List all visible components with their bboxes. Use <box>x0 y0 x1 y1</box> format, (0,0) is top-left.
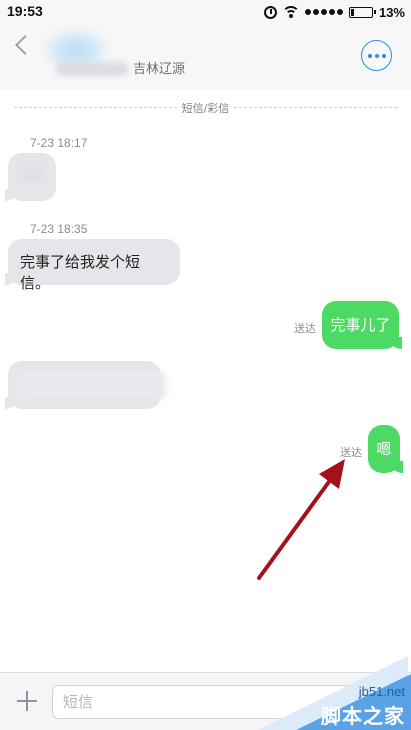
message-timestamp: 7-23 18:35 <box>30 222 88 236</box>
delivery-status: 送达 <box>340 446 362 459</box>
blurred-message-content <box>18 169 46 181</box>
back-icon[interactable] <box>15 35 35 55</box>
wifi-icon <box>282 6 299 18</box>
incoming-message-bubble[interactable] <box>5 361 166 409</box>
watermark-brand: jb51.net <box>358 684 405 699</box>
blurred-message-content <box>16 371 166 399</box>
message-timestamp: 7-23 18:17 <box>30 136 88 150</box>
incoming-message-bubble[interactable]: 完事了给我发个短信。 <box>5 239 180 292</box>
outgoing-message-bubble[interactable]: 嗯 <box>368 425 403 473</box>
message-text: 嗯 <box>376 440 392 458</box>
status-icons: 13% <box>263 4 405 20</box>
outgoing-message-bubble[interactable]: 完事儿了 <box>322 301 402 349</box>
add-icon[interactable] <box>17 691 37 711</box>
delivery-status: 送达 <box>294 322 316 335</box>
battery-icon <box>348 6 376 18</box>
alarm-icon <box>263 5 277 19</box>
status-time: 19:53 <box>7 3 43 19</box>
battery-percent: 13% <box>378 4 405 20</box>
message-text: 完事了给我发个短信。 <box>20 253 141 292</box>
signal-icon <box>304 9 343 15</box>
more-options-button[interactable] <box>361 40 392 71</box>
blurred-contact-number <box>56 62 128 76</box>
incoming-message-bubble[interactable] <box>5 153 56 201</box>
contact-location: 吉林辽源 <box>133 62 186 77</box>
separator-label: 短信/彩信 <box>177 102 234 115</box>
status-bar: 19:53 13% <box>0 0 411 24</box>
watermark-name: 脚本之家 <box>321 704 405 728</box>
watermark: jb51.net 脚本之家 <box>258 656 411 730</box>
message-text: 完事儿了 <box>330 316 391 334</box>
conversation-header: 吉林辽源 <box>0 24 411 90</box>
